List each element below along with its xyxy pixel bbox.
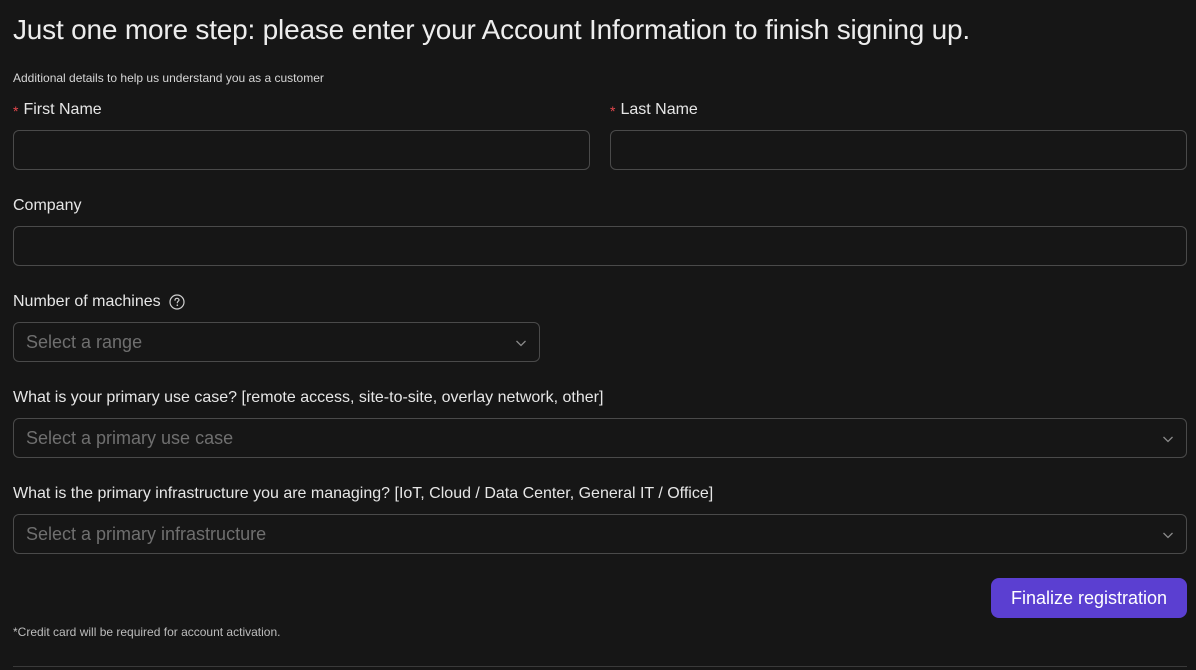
first-name-label: * First Name (13, 101, 102, 119)
divider (13, 666, 1187, 667)
credit-card-footnote: *Credit card will be required for accoun… (13, 625, 281, 639)
use-case-select-placeholder: Select a primary use case (26, 427, 234, 448)
last-name-field[interactable] (610, 130, 1187, 170)
signup-account-info-page: Just one more step: please enter your Ac… (0, 0, 1196, 670)
page-subtitle: Additional details to help us understand… (13, 71, 324, 85)
chevron-down-icon (1162, 528, 1174, 540)
machines-label-text: Number of machines (13, 293, 161, 310)
infrastructure-label: What is the primary infrastructure you a… (13, 485, 713, 503)
infrastructure-select[interactable]: Select a primary infrastructure (13, 514, 1187, 554)
use-case-label: What is your primary use case? [remote a… (13, 389, 603, 407)
required-marker: * (610, 103, 616, 119)
finalize-registration-button[interactable]: Finalize registration (991, 578, 1187, 618)
first-name-label-text: First Name (23, 101, 102, 118)
last-name-label: * Last Name (610, 101, 698, 119)
infrastructure-select-placeholder: Select a primary infrastructure (26, 523, 267, 544)
first-name-field[interactable] (13, 130, 590, 170)
question-circle-icon[interactable] (169, 294, 185, 310)
company-input[interactable] (14, 227, 1186, 265)
company-label: Company (13, 197, 81, 215)
chevron-down-icon (515, 336, 527, 348)
company-field[interactable] (13, 226, 1187, 266)
machines-select-placeholder: Select a range (26, 331, 143, 352)
last-name-label-text: Last Name (620, 101, 698, 118)
company-label-text: Company (13, 197, 82, 214)
use-case-label-text: What is your primary use case? [remote a… (13, 389, 604, 406)
last-name-input[interactable] (611, 131, 1186, 169)
machines-select[interactable]: Select a range (13, 322, 540, 362)
required-marker: * (13, 103, 19, 119)
chevron-down-icon (1162, 432, 1174, 444)
page-title: Just one more step: please enter your Ac… (13, 14, 970, 45)
infrastructure-label-text: What is the primary infrastructure you a… (13, 485, 714, 502)
machines-label: Number of machines (13, 293, 185, 311)
use-case-select[interactable]: Select a primary use case (13, 418, 1187, 458)
first-name-input[interactable] (14, 131, 589, 169)
